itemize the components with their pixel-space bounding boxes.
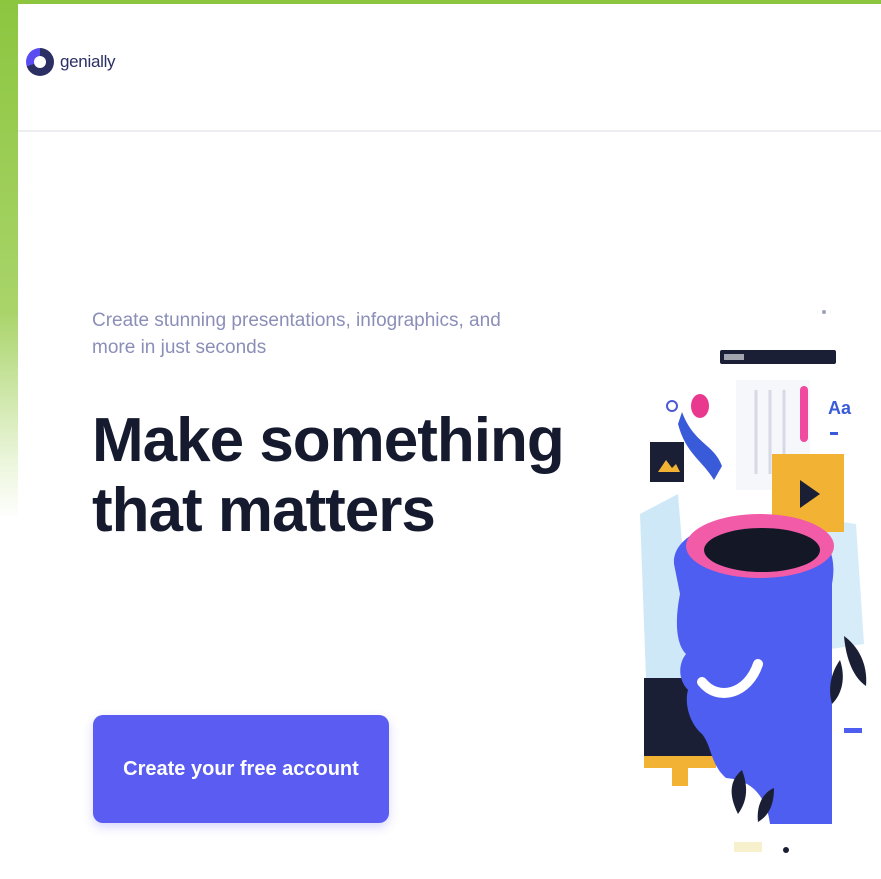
brand-logo-link[interactable]: genially (26, 48, 116, 76)
hero-subtitle: Create stunning presentations, infograph… (92, 310, 501, 358)
hero-headline: Make something that matters (92, 406, 565, 545)
top-navbar: genially (18, 4, 881, 132)
web-page: genially Create stunning presentations, … (18, 4, 881, 876)
font-aa-label: Aa (828, 398, 852, 418)
slide-frame-left (0, 0, 18, 520)
create-account-button[interactable]: Create your free account (93, 715, 389, 823)
genially-logo-icon (26, 48, 54, 76)
pink-bar-shape (800, 386, 808, 442)
brand-name: genially (60, 52, 116, 71)
hero-illustration: Aa (640, 310, 867, 853)
